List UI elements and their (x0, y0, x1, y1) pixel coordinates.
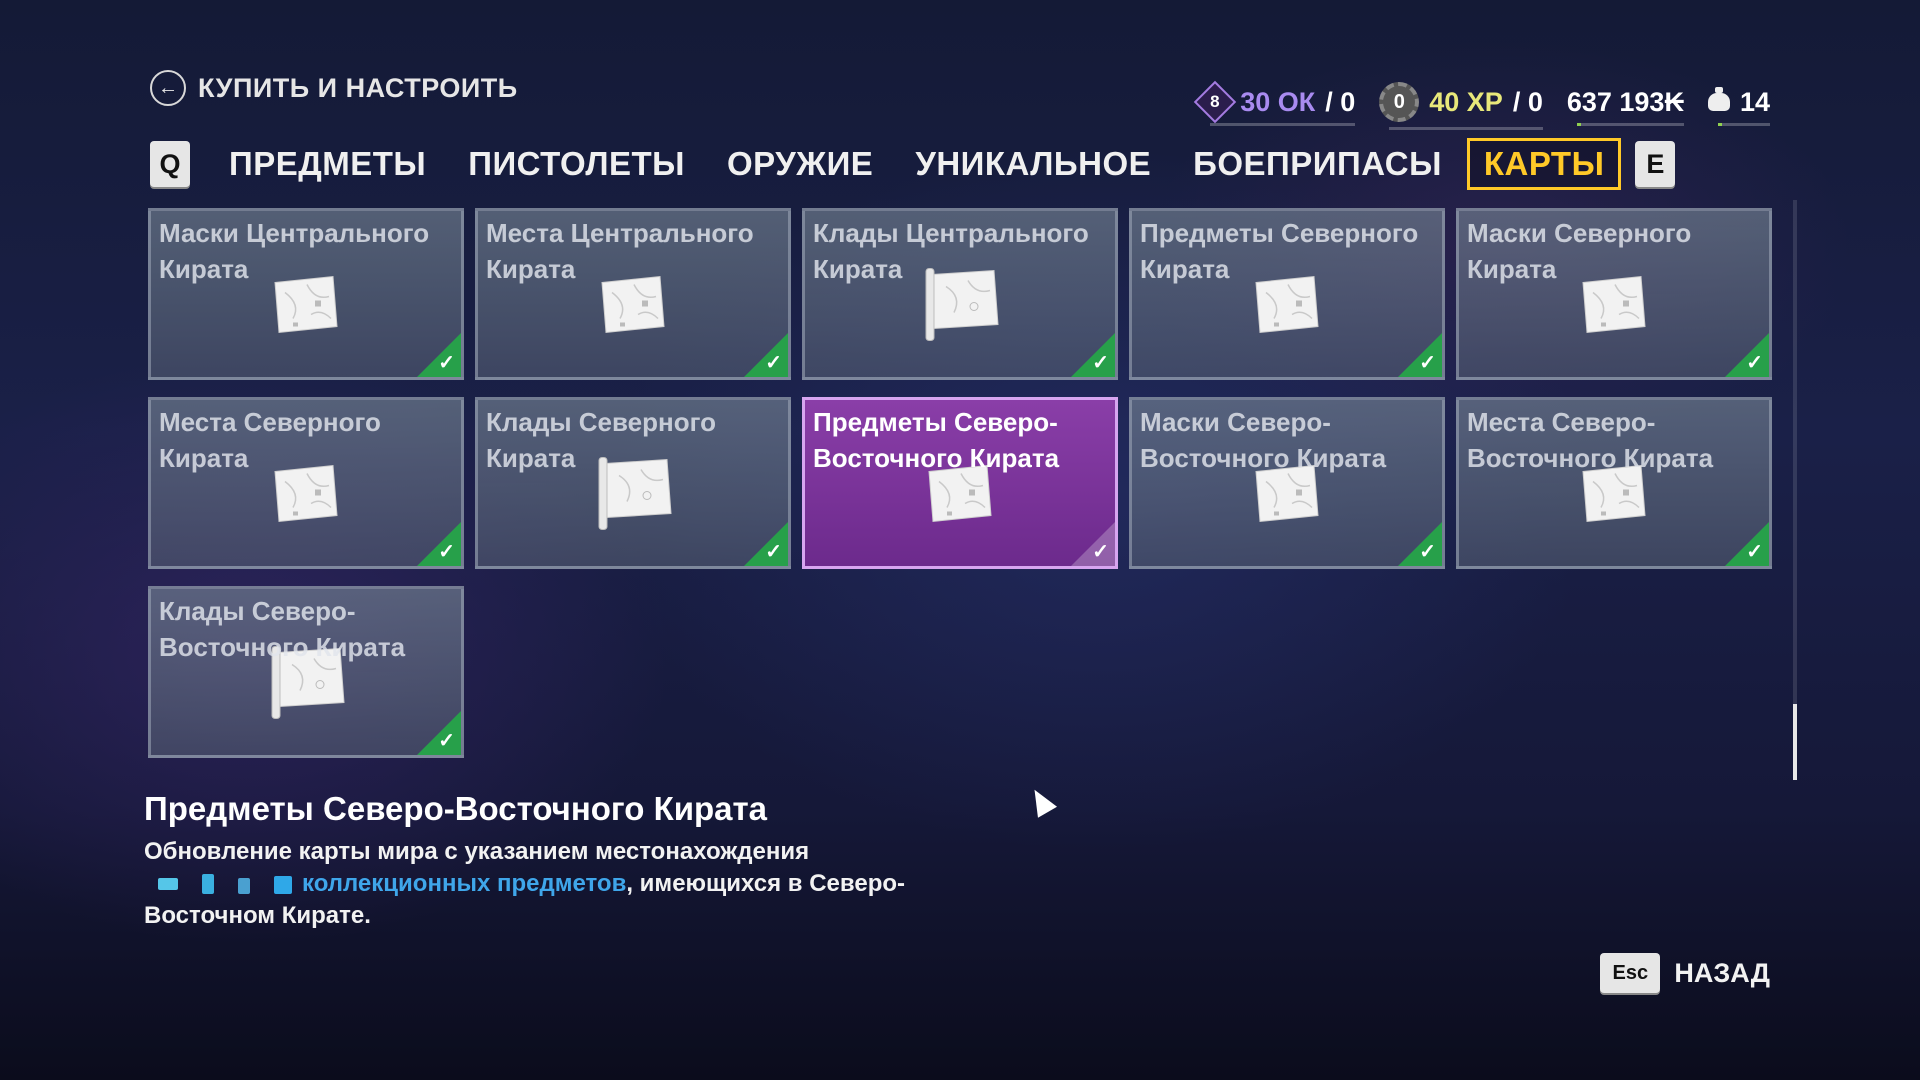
prev-tab-key[interactable]: Q (150, 141, 190, 187)
map-card[interactable]: Предметы Северо-Восточного Кирата ✓ (802, 397, 1118, 569)
map-card[interactable]: Предметы Северного Кирата ✓ (1129, 208, 1445, 380)
map-card-title: Места Северного Кирата (159, 407, 381, 473)
xp-progress-bar (1389, 127, 1543, 130)
detail-title: Предметы Северо-Восточного Кирата (144, 790, 768, 827)
mask-icon (274, 876, 292, 894)
map-card[interactable]: Клады Центрального Кирата ✓ (802, 208, 1118, 380)
map-card[interactable]: Маски Центрального Кирата ✓ (148, 208, 464, 380)
tab-weapons[interactable]: ОРУЖИЕ (710, 138, 890, 190)
back-button[interactable]: Esc НАЗАД (1600, 953, 1770, 993)
checkmark-icon: ✓ (438, 541, 455, 563)
map-card[interactable]: Маски Северо-Восточного Кирата ✓ (1129, 397, 1445, 569)
map-card-title: Места Центрального Кирата (486, 218, 754, 284)
skill-level-icon: 8 (1193, 80, 1237, 124)
money-value: 637 193₭ (1566, 86, 1684, 117)
map-card-title: Маски Северного Кирата (1467, 218, 1692, 284)
detail-after-link: , имеющихся в Северо- (626, 870, 906, 897)
map-card[interactable]: Места Северного Кирата ✓ (148, 397, 464, 569)
tab-pistols[interactable]: ПИСТОЛЕТЫ (451, 138, 702, 190)
checkmark-icon: ✓ (438, 352, 455, 374)
collectibles-link[interactable]: коллекционных предметов (302, 870, 626, 897)
xp-stat: 0 40 XP / 0 (1379, 82, 1543, 130)
checkmark-icon: ✓ (1746, 352, 1763, 374)
map-card-title: Места Северо-Восточного Кирата (1467, 407, 1714, 473)
loot-bar (1717, 122, 1770, 126)
category-tabs: Q ПРЕДМЕТЫ ПИСТОЛЕТЫ ОРУЖИЕ УНИКАЛЬНОЕ Б… (150, 138, 1676, 190)
map-card-title: Клады Центрального Кирата (813, 218, 1089, 284)
detail-panel: Предметы Северо-Восточного Кирата Обновл… (144, 790, 944, 932)
mouse-cursor-icon (1024, 784, 1058, 818)
checkmark-icon: ✓ (1746, 541, 1763, 563)
map-card-title: Клады Северного Кирата (486, 407, 716, 473)
scrollbar-thumb[interactable] (1793, 704, 1797, 780)
map-card-title: Маски Центрального Кирата (159, 218, 430, 284)
xp-value: 40 XP (1429, 86, 1503, 117)
map-card[interactable]: Клады Северного Кирата ✓ (475, 397, 791, 569)
loot-stat: 14 (1707, 86, 1770, 126)
map-card-title: Предметы Северо-Восточного Кирата (813, 407, 1060, 473)
next-tab-key[interactable]: E (1635, 141, 1676, 187)
detail-line-1: Обновление карты мира с указанием местон… (144, 838, 810, 865)
jar-icon (238, 878, 250, 894)
map-card[interactable]: Места Центрального Кирата ✓ (475, 208, 791, 380)
tab-maps[interactable]: КАРТЫ (1466, 138, 1622, 190)
envelope-icon (158, 878, 178, 890)
skill-points-suffix: / 0 (1325, 86, 1356, 117)
detail-description: Обновление карты мира с указанием местон… (144, 836, 944, 932)
checkmark-icon: ✓ (1092, 541, 1109, 563)
detail-line-3: Восточном Кирате. (144, 902, 371, 929)
checkmark-icon: ✓ (1419, 541, 1436, 563)
checkmark-icon: ✓ (765, 352, 782, 374)
map-grid: Маски Центрального Кирата ✓ Места Централь… (148, 208, 1772, 758)
rank-gear-icon: 0 (1379, 82, 1420, 122)
checkmark-icon: ✓ (765, 541, 782, 563)
skill-progress-bar (1210, 122, 1356, 126)
checkmark-icon: ✓ (438, 730, 455, 752)
skill-points-value: 30 ОК (1240, 86, 1316, 117)
map-card-title: Маски Северо-Восточного Кирата (1140, 407, 1387, 473)
map-card-title: Клады Северо-Восточного Кирата (159, 596, 406, 662)
checkmark-icon: ✓ (1092, 352, 1109, 374)
book-icon (202, 874, 214, 894)
tab-items[interactable]: ПРЕДМЕТЫ (212, 138, 443, 190)
skill-points-stat: 8 30 ОК / 0 (1193, 80, 1356, 126)
loot-value: 14 (1739, 86, 1770, 117)
back-label[interactable]: НАЗАД (1674, 958, 1770, 989)
loot-bag-icon (1707, 87, 1730, 111)
checkmark-icon: ✓ (1419, 352, 1436, 374)
back-arrow-icon[interactable]: ← (150, 70, 186, 106)
money-stat: 637 193₭ (1567, 87, 1684, 126)
esc-key[interactable]: Esc (1600, 953, 1661, 993)
player-stats: 8 30 ОК / 0 0 40 XP / 0 637 193₭ 14 (1193, 80, 1770, 130)
map-card-title: Предметы Северного Кирата (1140, 218, 1419, 284)
xp-suffix: / 0 (1512, 86, 1543, 117)
map-card[interactable]: Места Северо-Восточного Кирата ✓ (1456, 397, 1772, 569)
tab-unique[interactable]: УНИКАЛЬНОЕ (898, 138, 1168, 190)
back-header[interactable]: ← КУПИТЬ И НАСТРОИТЬ (150, 70, 518, 106)
page-title: КУПИТЬ И НАСТРОИТЬ (198, 72, 518, 103)
money-bar (1576, 122, 1684, 126)
tab-ammo[interactable]: БОЕПРИПАСЫ (1176, 138, 1459, 190)
map-card[interactable]: Клады Северо-Восточного Кирата ✓ (148, 586, 464, 758)
scrollbar[interactable] (1793, 200, 1797, 780)
map-card[interactable]: Маски Северного Кирата ✓ (1456, 208, 1772, 380)
